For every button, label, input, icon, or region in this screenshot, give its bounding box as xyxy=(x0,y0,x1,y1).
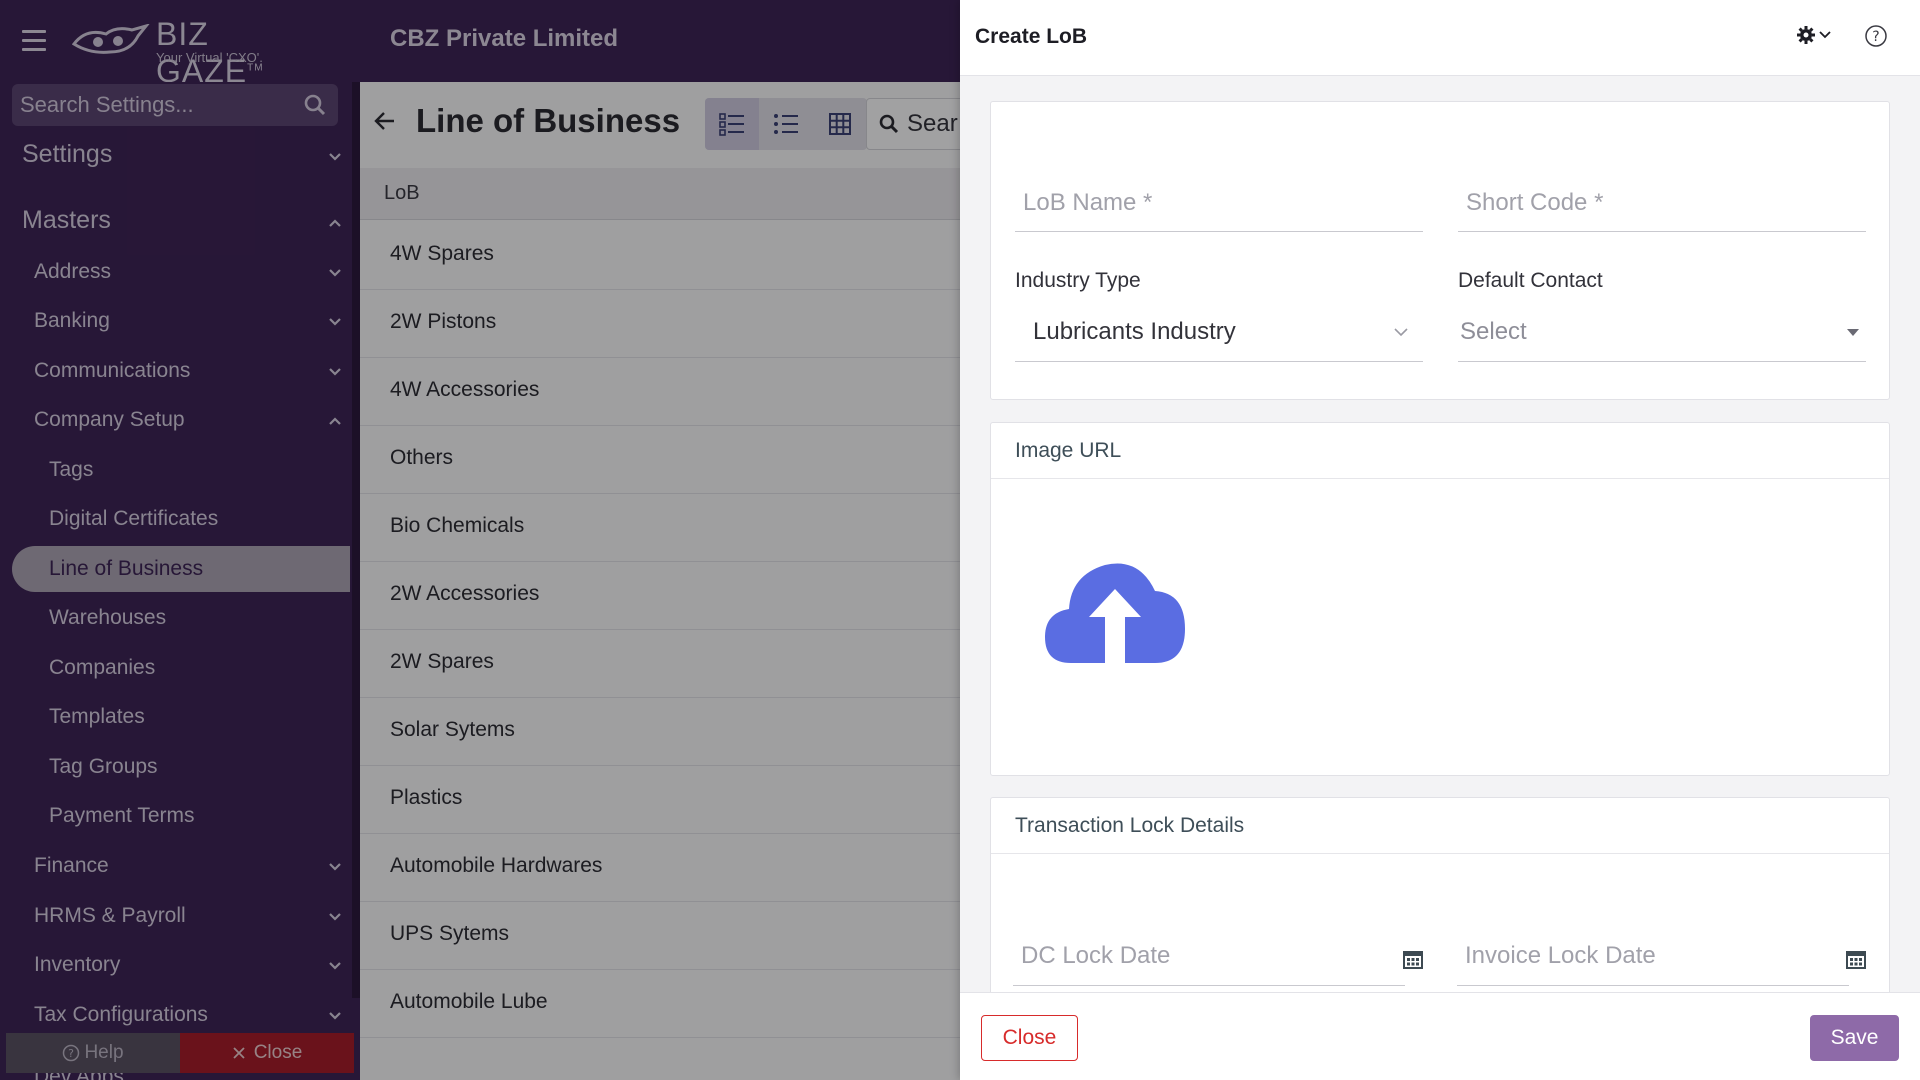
invoice-lock-date-input[interactable] xyxy=(1457,926,1849,985)
default-contact-value: Select xyxy=(1460,317,1527,345)
gear-icon xyxy=(1797,26,1815,44)
short-code-field xyxy=(1458,174,1866,232)
create-lob-drawer: Create LoB ? Industry Type Default Conta… xyxy=(960,0,1920,1080)
industry-type-value: Lubricants Industry xyxy=(1033,317,1236,345)
short-code-input[interactable] xyxy=(1458,174,1866,232)
chevron-down-icon xyxy=(1819,31,1831,39)
calendar-icon[interactable] xyxy=(1846,949,1866,969)
default-contact-select[interactable]: Select xyxy=(1458,302,1866,362)
dc-lock-date-input[interactable] xyxy=(1013,926,1405,985)
svg-text:?: ? xyxy=(1872,29,1879,45)
drawer-header: Create LoB ? xyxy=(960,0,1920,76)
modal-backdrop[interactable] xyxy=(0,0,960,1080)
caret-down-icon xyxy=(1847,328,1859,336)
image-url-card: Image URL xyxy=(990,422,1890,776)
industry-type-select[interactable]: Lubricants Industry xyxy=(1015,302,1423,362)
lob-details-card: Industry Type Default Contact Lubricants… xyxy=(990,101,1890,400)
transaction-lock-title: Transaction Lock Details xyxy=(991,798,1889,854)
default-contact-label: Default Contact xyxy=(1458,269,1603,292)
drawer-title: Create LoB xyxy=(975,25,1088,48)
chevron-down-icon xyxy=(1394,327,1408,336)
close-button[interactable]: Close xyxy=(981,1015,1078,1061)
save-button[interactable]: Save xyxy=(1810,1015,1899,1061)
lob-name-input[interactable] xyxy=(1015,174,1423,232)
settings-dropdown[interactable] xyxy=(1796,25,1831,45)
calendar-icon[interactable] xyxy=(1403,949,1423,969)
invoice-lock-date-field xyxy=(1457,926,1849,986)
dc-lock-date-field xyxy=(1013,926,1405,986)
image-url-title: Image URL xyxy=(991,423,1889,479)
industry-type-label: Industry Type xyxy=(1015,269,1141,292)
cloud-upload-icon[interactable] xyxy=(1043,559,1187,665)
help-circle-icon[interactable]: ? xyxy=(1864,24,1888,48)
transaction-lock-card: Transaction Lock Details xyxy=(990,797,1890,1017)
drawer-footer: Close Save xyxy=(960,992,1920,1080)
lob-name-field xyxy=(1015,174,1423,232)
